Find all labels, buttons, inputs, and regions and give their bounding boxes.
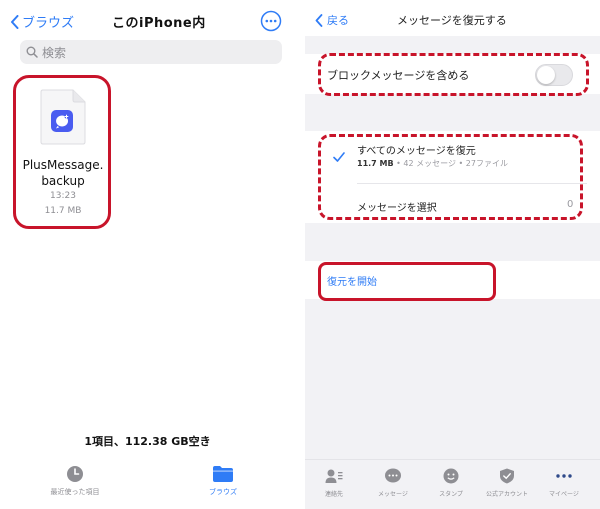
restore-page-title: メッセージを復元する bbox=[397, 14, 507, 27]
shield-check-icon bbox=[500, 468, 514, 484]
back-label: ブラウズ bbox=[22, 16, 75, 31]
chevron-left-icon bbox=[315, 13, 323, 27]
tab-my-page-label: マイページ bbox=[549, 491, 579, 498]
tab-messages[interactable]: メッセージ bbox=[368, 468, 418, 498]
tab-recents[interactable]: 最近使った項目 bbox=[40, 465, 110, 497]
files-app-panel: ブラウズ このiPhone内 検索 PlusMessage. backup 13… bbox=[0, 0, 295, 509]
start-restore-highlight-box bbox=[318, 262, 496, 301]
smiley-icon bbox=[443, 468, 459, 484]
tab-browse-label: ブラウズ bbox=[209, 488, 237, 496]
message-icon bbox=[385, 468, 401, 483]
search-field[interactable]: 検索 bbox=[20, 40, 282, 64]
block-messages-highlight-box bbox=[318, 53, 589, 96]
storage-info: 1項目、112.38 GB空き bbox=[84, 435, 211, 448]
restore-messages-panel: 戻る メッセージを復元する ブロックメッセージを含める すべてのメッセージを復元… bbox=[305, 0, 600, 509]
restore-options-highlight-box bbox=[318, 134, 583, 220]
back-button-restore[interactable]: 戻る bbox=[315, 12, 349, 28]
tab-my-page[interactable]: マイページ bbox=[539, 468, 589, 498]
folder-icon bbox=[213, 466, 233, 482]
tab-stickers-label: スタンプ bbox=[439, 491, 463, 498]
tab-official-accounts-label: 公式アカウント bbox=[485, 491, 528, 498]
page-title: このiPhone内 bbox=[112, 16, 206, 31]
tab-contacts[interactable]: 連絡先 bbox=[309, 468, 359, 498]
more-options-icon[interactable] bbox=[260, 10, 282, 32]
file-highlight-box bbox=[13, 75, 111, 229]
tab-contacts-label: 連絡先 bbox=[324, 491, 343, 498]
tab-official-accounts[interactable]: 公式アカウント bbox=[482, 468, 532, 498]
chevron-left-icon bbox=[11, 14, 19, 29]
restore-nav-bar: 戻る メッセージを復元する bbox=[305, 0, 600, 36]
tab-stickers[interactable]: スタンプ bbox=[426, 468, 476, 498]
tab-browse[interactable]: ブラウズ bbox=[188, 465, 258, 497]
more-icon bbox=[556, 474, 572, 478]
tab-recents-label: 最近使った項目 bbox=[50, 488, 100, 496]
search-placeholder: 検索 bbox=[42, 45, 67, 60]
back-button[interactable]: ブラウズ bbox=[10, 12, 74, 31]
clock-icon bbox=[67, 466, 83, 482]
contacts-icon bbox=[325, 469, 343, 483]
tab-messages-label: メッセージ bbox=[378, 491, 408, 498]
files-nav-bar: ブラウズ このiPhone内 bbox=[0, 10, 295, 34]
search-icon bbox=[26, 46, 38, 58]
back-label-restore: 戻る bbox=[327, 14, 349, 27]
